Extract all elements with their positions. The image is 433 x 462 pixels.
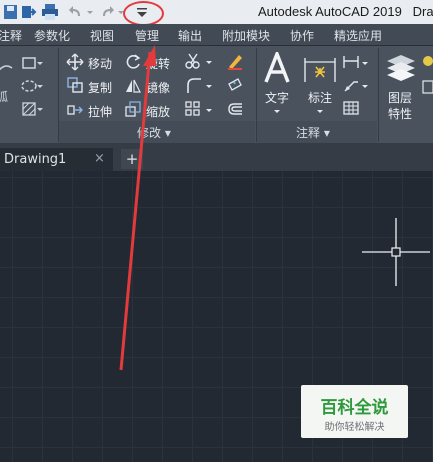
tab-output[interactable]: 输出 [178, 27, 202, 44]
text-icon[interactable] [262, 52, 292, 84]
layer-properties-label[interactable]: 图层 [388, 89, 412, 106]
document-tab-bar: Drawing1 × + [0, 143, 433, 171]
dimension-dropdown-icon[interactable] [315, 103, 325, 121]
modify-panel-title[interactable]: 修改 ▾ [137, 124, 171, 141]
tab-annotate[interactable]: 注释 [0, 27, 22, 44]
table-icon[interactable] [342, 99, 360, 117]
annotation-panel-title[interactable]: 注释 ▾ [296, 124, 330, 141]
save-icon[interactable] [2, 3, 20, 21]
watermark-subtitle: 助你轻松解决 [324, 422, 385, 433]
undo-icon[interactable] [68, 3, 84, 21]
fillet-dropdown-icon[interactable] [205, 77, 213, 95]
watermark-logo: 百科全说 助你轻松解决 [301, 385, 408, 438]
highlight-circle [123, 1, 164, 26]
layer-icon-fragment[interactable] [420, 53, 433, 71]
tab-parametric[interactable]: 参数化 [34, 27, 70, 44]
move-icon[interactable] [66, 53, 84, 71]
scale-command[interactable]: 缩放 [146, 103, 170, 120]
mirror-icon[interactable] [124, 77, 142, 95]
rotate-command[interactable]: 旋转 [146, 55, 170, 72]
array-icon[interactable] [184, 100, 202, 118]
layer-icon-fragment-2[interactable] [420, 78, 433, 96]
panel-separator [378, 48, 379, 142]
copy-command[interactable]: 复制 [88, 79, 112, 96]
new-tab-button[interactable]: + [121, 149, 143, 169]
document-tab-label: Drawing1 [4, 152, 67, 167]
document-tab[interactable]: Drawing1 × [0, 148, 113, 171]
hatch-dropdown-icon[interactable] [36, 100, 44, 118]
print-icon[interactable] [40, 3, 60, 21]
fillet-icon[interactable] [184, 76, 202, 94]
tab-view[interactable]: 视图 [90, 27, 114, 44]
arc-icon[interactable] [0, 60, 18, 78]
stretch-command[interactable]: 拉伸 [88, 103, 112, 120]
linear-dimension-icon[interactable] [342, 53, 360, 71]
title-bar: Autodesk AutoCAD 2019 Dra [0, 0, 433, 26]
copy-icon[interactable] [66, 76, 84, 94]
export-icon[interactable] [19, 3, 37, 21]
erase-icon[interactable] [226, 52, 244, 70]
mirror-command[interactable]: 镜像 [146, 79, 170, 96]
ribbon-tab-bar: 注释 参数化 视图 管理 输出 附加模块 协作 精选应用 [0, 24, 433, 46]
trim-icon[interactable] [184, 52, 202, 70]
close-icon[interactable]: × [94, 151, 105, 166]
tab-featured-apps[interactable]: 精选应用 [334, 27, 382, 44]
arc-label-fragment: 弧 [0, 90, 9, 104]
tab-manage[interactable]: 管理 [135, 27, 159, 44]
explode-icon[interactable] [226, 76, 244, 94]
redo-icon[interactable] [99, 3, 115, 21]
text-dropdown-icon[interactable] [272, 103, 282, 121]
leader-dropdown-icon[interactable] [361, 77, 369, 95]
layer-properties-label-2[interactable]: 特性 [388, 105, 412, 122]
layer-properties-icon[interactable] [384, 51, 418, 87]
tab-addins[interactable]: 附加模块 [222, 27, 270, 44]
scale-icon[interactable] [124, 100, 142, 118]
crosshair-cursor-icon [362, 218, 430, 286]
move-command[interactable]: 移动 [88, 55, 112, 72]
rectangle-dropdown-icon[interactable] [36, 54, 44, 72]
window-title: Autodesk AutoCAD 2019 Dra [258, 4, 433, 19]
dimension-icon[interactable] [303, 52, 337, 86]
tab-collaborate[interactable]: 协作 [290, 27, 314, 44]
ellipse-dropdown-icon[interactable] [36, 77, 44, 95]
offset-icon[interactable] [226, 100, 244, 118]
trim-dropdown-icon[interactable] [205, 53, 213, 71]
rotate-icon[interactable] [124, 53, 142, 71]
watermark-title: 百科全说 [320, 398, 389, 418]
linear-dimension-dropdown-icon[interactable] [361, 54, 369, 72]
leader-icon[interactable] [342, 76, 360, 94]
stretch-icon[interactable] [66, 100, 84, 118]
undo-dropdown-icon[interactable] [86, 3, 94, 21]
array-dropdown-icon[interactable] [205, 101, 213, 119]
